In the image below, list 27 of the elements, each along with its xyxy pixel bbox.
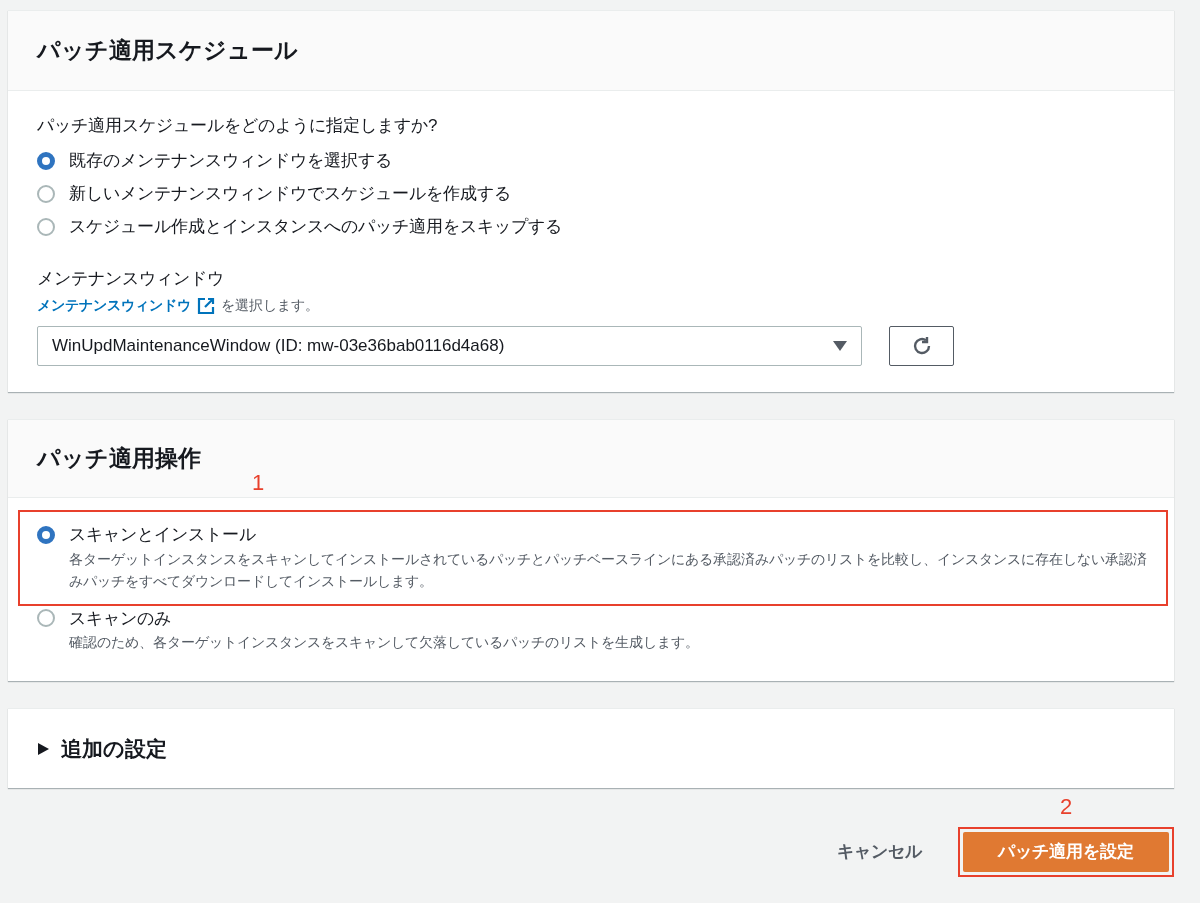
radio-button[interactable]	[37, 218, 55, 236]
option-description: 各ターゲットインスタンスをスキャンしてインストールされているパッチとパッチベースラインにある承認済みパッチのリストを比較し、インスタンスに存在しない承認済みパッチをすべてダウンロードしてインストールします。	[69, 549, 1148, 591]
question-label: パッチ適用スケジュールをどのように指定しますか?	[37, 115, 439, 137]
radio-button[interactable]	[37, 152, 55, 170]
hint-text: を選択します。	[221, 296, 319, 315]
radio-label[interactable]: スケジュール作成とインスタンスへのパッチ適用をスキップする	[69, 214, 562, 240]
expand-caret-icon[interactable]	[38, 742, 49, 755]
section-title: パッチ適用スケジュール	[37, 36, 298, 66]
callout-number: 1	[252, 469, 265, 497]
maintenance-window-link[interactable]: メンテナンスウィンドウ	[37, 295, 191, 316]
dropdown-caret-icon	[833, 341, 847, 351]
cancel-button[interactable]: キャンセル	[837, 831, 922, 873]
refresh-button[interactable]	[889, 326, 954, 366]
option-description: 確認のため、各ターゲットインスタンスをスキャンして欠落しているパッチのリストを生成します。	[69, 633, 700, 652]
external-link-icon	[197, 296, 215, 315]
section-title: パッチ適用操作	[37, 444, 201, 474]
section-title[interactable]: 追加の設定	[61, 732, 167, 765]
radio-label[interactable]: 既存のメンテナンスウィンドウを選択する	[69, 148, 392, 174]
field-label: メンテナンスウィンドウ	[37, 267, 225, 290]
radio-label[interactable]: 新しいメンテナンスウィンドウでスケジュールを作成する	[69, 181, 511, 207]
callout-number: 2	[1059, 793, 1073, 821]
radio-label[interactable]: スキャンとインストール	[69, 522, 256, 548]
maintenance-window-select[interactable]: WinUpdMaintenanceWindow (ID: mw-03e36bab0116d4a68)	[37, 326, 862, 366]
radio-label[interactable]: スキャンのみ	[69, 605, 171, 631]
radio-button[interactable]	[37, 525, 55, 544]
radio-button[interactable]	[37, 609, 55, 628]
radio-button[interactable]	[37, 185, 55, 203]
